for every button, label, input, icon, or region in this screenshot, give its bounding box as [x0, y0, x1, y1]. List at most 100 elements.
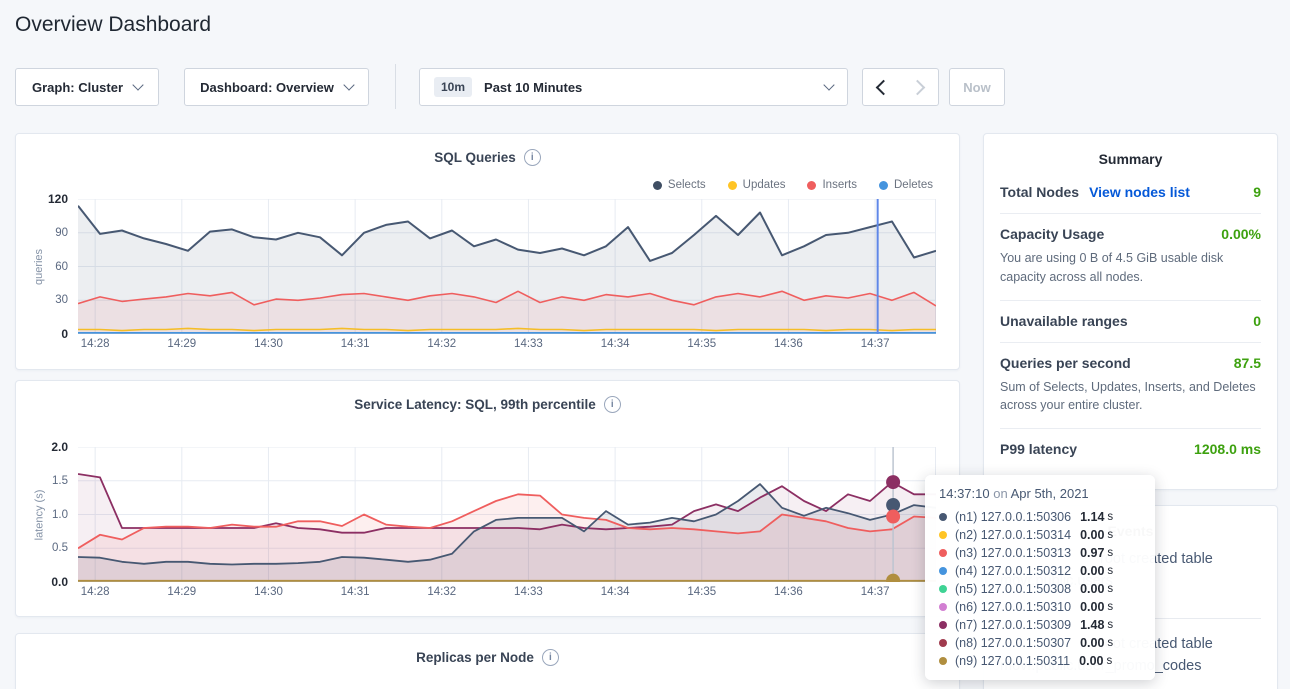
info-icon[interactable] [542, 649, 559, 666]
node-color-dot-icon [939, 531, 947, 539]
summary-row-value: 0 [1253, 313, 1261, 329]
tooltip-node-address: (n5) 127.0.0.1:50308 [955, 582, 1071, 596]
legend-item-deletes[interactable]: Deletes [879, 179, 933, 191]
dashboard-dropdown[interactable]: Dashboard: Overview [184, 68, 369, 106]
x-tick-label: 14:31 [341, 586, 370, 598]
page-title: Overview Dashboard [15, 13, 211, 37]
legend-dot-icon [728, 181, 737, 190]
tooltip-node-row: (n7) 127.0.0.1:50309 1.48s [939, 616, 1141, 634]
tooltip-node-unit: s [1107, 601, 1113, 613]
node-color-dot-icon [939, 639, 947, 647]
y-tick-label: 90 [55, 227, 68, 239]
sql-queries-panel: SQL Queries Selects Updates Inserts Deletes… [15, 133, 960, 370]
x-tick-label: 14:33 [514, 338, 543, 350]
time-prev-button[interactable] [862, 68, 901, 106]
x-tick-label: 14:29 [167, 338, 196, 350]
legend-item-inserts[interactable]: Inserts [807, 179, 857, 191]
tooltip-node-address: (n2) 127.0.0.1:50314 [955, 528, 1071, 542]
node-color-dot-icon [939, 603, 947, 611]
legend-item-updates[interactable]: Updates [728, 179, 786, 191]
x-tick-label: 14:28 [81, 338, 110, 350]
legend-item-selects[interactable]: Selects [653, 179, 706, 191]
legend-dot-icon [807, 181, 816, 190]
node-color-dot-icon [939, 585, 947, 593]
tooltip-node-value: 1.48 [1080, 618, 1104, 632]
node-color-dot-icon [939, 567, 947, 575]
summary-row: Total NodesView nodes list9 [1000, 172, 1261, 214]
tooltip-node-unit: s [1107, 511, 1113, 523]
tooltip-node-row: (n9) 127.0.0.1:503110.00s [939, 652, 1141, 670]
tooltip-node-address: (n7) 127.0.0.1:50309 [955, 618, 1071, 632]
graph-scope-dropdown[interactable]: Graph: Cluster [15, 68, 159, 106]
tooltip-node-value: 1.14 [1080, 510, 1104, 524]
tooltip-node-address: (n1) 127.0.0.1:50306 [955, 510, 1071, 524]
sql-queries-svg [78, 199, 936, 334]
info-icon[interactable] [524, 149, 541, 166]
chevron-right-icon [909, 79, 925, 95]
summary-row-top: Unavailable ranges0 [1000, 313, 1261, 329]
summary-row-label: Total Nodes [1000, 184, 1079, 200]
chart-title: Service Latency: SQL, 99th percentile [354, 397, 596, 412]
x-tick-label: 14:28 [81, 586, 110, 598]
overview-dashboard-page: Overview Dashboard Graph: Cluster Dashbo… [0, 0, 1290, 689]
summary-row-value: 1208.0 ms [1194, 441, 1261, 457]
tooltip-node-unit: s [1107, 619, 1113, 631]
info-icon[interactable] [604, 396, 621, 413]
chevron-down-icon [132, 79, 143, 90]
tooltip-node-unit: s [1107, 637, 1113, 649]
tooltip-node-row: (n3) 127.0.0.1:503130.97s [939, 544, 1141, 562]
chevron-left-icon [876, 79, 892, 95]
summary-row-label: Queries per second [1000, 355, 1131, 371]
tooltip-node-row: (n1) 127.0.0.1:50306 1.14s [939, 508, 1141, 526]
service-latency-plot[interactable] [78, 447, 936, 587]
tooltip-node-row: (n6) 127.0.0.1:50310 0.00s [939, 598, 1141, 616]
y-tick-label: 1.5 [52, 475, 68, 487]
legend-dot-icon [879, 181, 888, 190]
node-color-dot-icon [939, 621, 947, 629]
summary-row: Capacity Usage 0.00% You are using 0 B of … [1000, 214, 1261, 301]
x-tick-label: 14:35 [687, 338, 716, 350]
view-nodes-list-link[interactable]: View nodes list [1089, 184, 1190, 200]
sql-queries-plot[interactable] [78, 199, 936, 339]
y-axis-ticks: 0306090120 [16, 199, 76, 334]
x-tick-label: 14:32 [427, 338, 456, 350]
summary-rows: Total NodesView nodes list9Capacity Usag… [984, 172, 1277, 470]
x-tick-label: 14:37 [861, 586, 890, 598]
graph-dropdown-label: Graph: Cluster [32, 80, 123, 95]
summary-row-top: Total NodesView nodes list9 [1000, 184, 1261, 200]
time-next-button[interactable] [900, 68, 939, 106]
summary-row-label: Capacity Usage [1000, 226, 1104, 242]
x-tick-label: 14:33 [514, 586, 543, 598]
tooltip-node-unit: s [1107, 565, 1113, 577]
summary-row: Unavailable ranges0 [1000, 301, 1261, 343]
y-tick-label: 2.0 [51, 440, 68, 454]
x-tick-label: 14:36 [774, 338, 803, 350]
sql-queries-title-row: SQL Queries [16, 134, 959, 166]
x-axis-ticks: 14:2814:2914:3014:3114:3214:3314:3414:35… [78, 334, 936, 350]
chart-legend: Selects Updates Inserts Deletes [653, 179, 933, 191]
y-tick-label: 60 [55, 261, 68, 273]
tooltip-node-value: 0.00 [1080, 600, 1104, 614]
tooltip-node-row: (n4) 127.0.0.1:503120.00s [939, 562, 1141, 580]
summary-row-top: Queries per second 87.5 [1000, 355, 1261, 371]
tooltip-node-address: (n6) 127.0.0.1:50310 [955, 600, 1071, 614]
summary-row-value: 87.5 [1234, 355, 1261, 371]
tooltip-node-address: (n3) 127.0.0.1:50313 [955, 546, 1071, 560]
time-now-button[interactable]: Now [949, 68, 1005, 106]
chart-title: SQL Queries [434, 150, 516, 165]
summary-row-description: You are using 0 B of 4.5 GiB usable disk… [1000, 249, 1261, 287]
tooltip-node-row: (n5) 127.0.0.1:503080.00s [939, 580, 1141, 598]
legend-label: Selects [668, 179, 706, 191]
time-range-label: Past 10 Minutes [484, 80, 582, 95]
tooltip-node-value: 0.00 [1080, 528, 1104, 542]
y-tick-label: 120 [48, 192, 68, 206]
x-tick-label: 14:37 [861, 338, 890, 350]
summary-row-label: P99 latency [1000, 441, 1077, 457]
summary-row-value: 0.00% [1221, 226, 1261, 242]
x-tick-label: 14:29 [167, 586, 196, 598]
node-color-dot-icon [939, 549, 947, 557]
tooltip-node-row: (n2) 127.0.0.1:503140.00s [939, 526, 1141, 544]
time-range-dropdown[interactable]: 10m Past 10 Minutes [419, 68, 848, 106]
legend-label: Inserts [822, 179, 857, 191]
y-tick-label: 0.5 [52, 542, 68, 554]
